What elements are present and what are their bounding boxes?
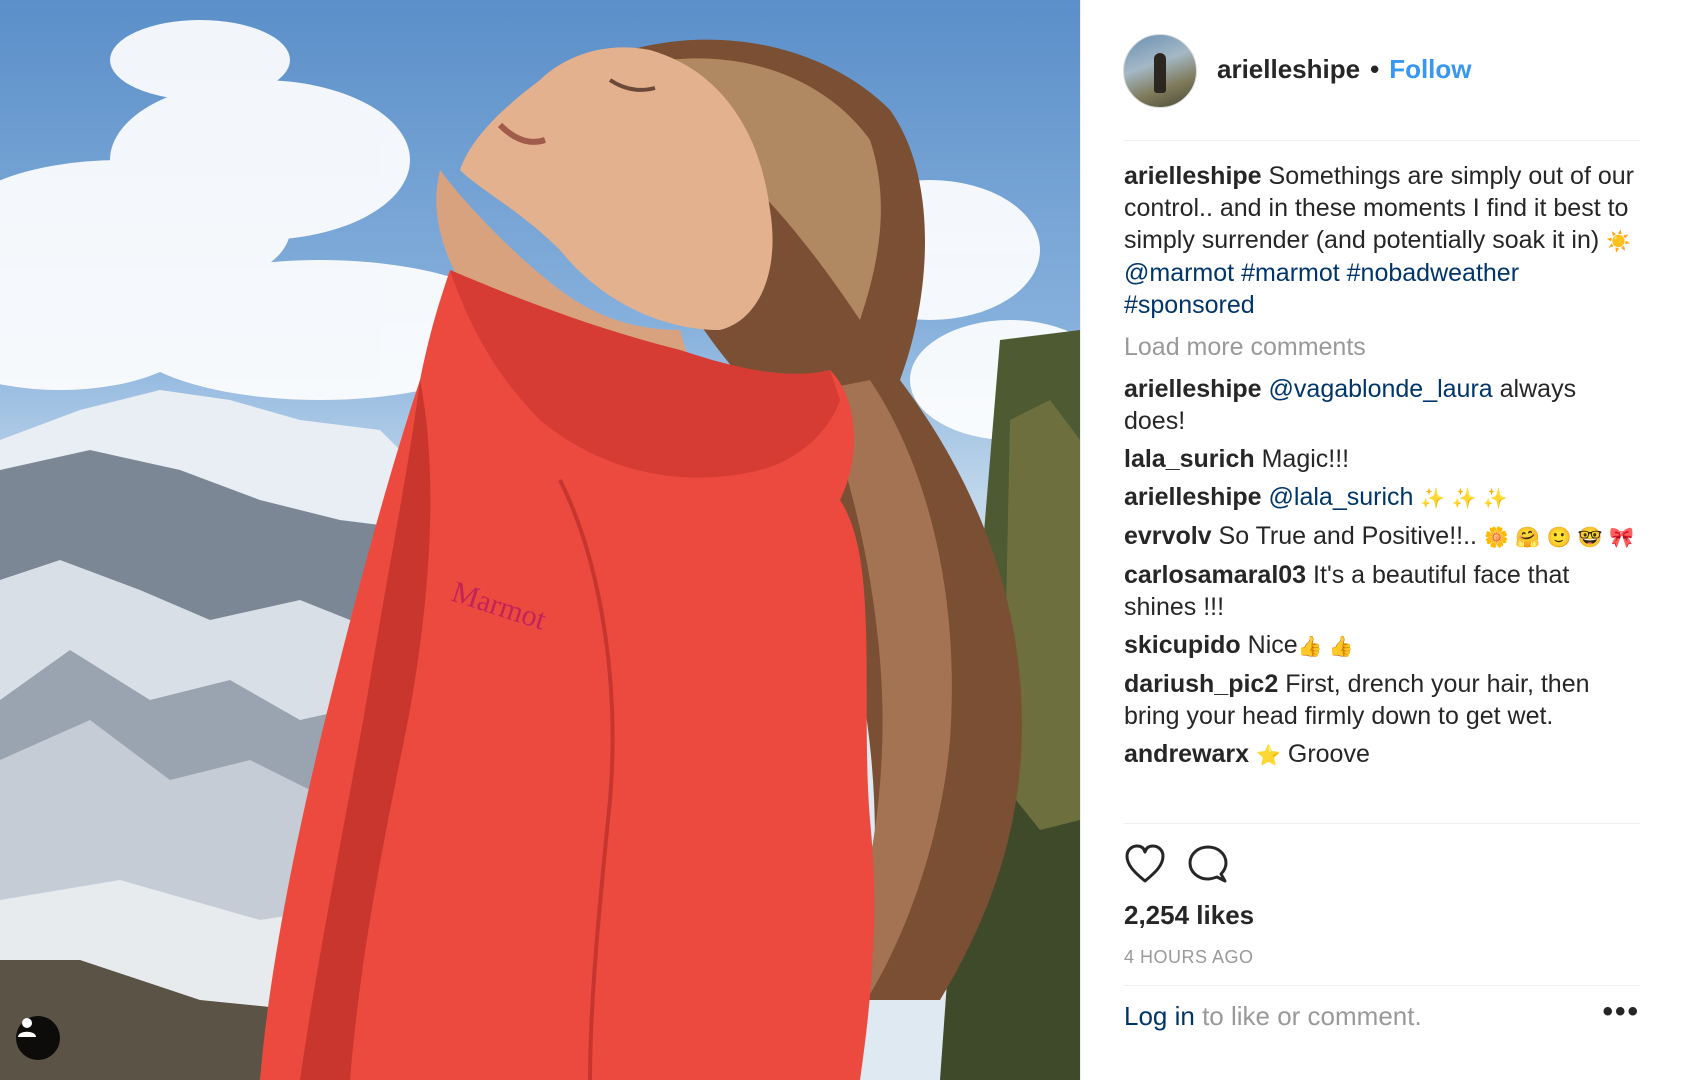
comment-username[interactable]: andrewarx [1124,740,1249,768]
person-icon [18,1018,36,1037]
comment-text: So True and Positive!!.. [1218,522,1477,550]
caption-mention[interactable]: @marmot [1124,259,1234,287]
login-prompt-text: to like or comment. [1194,1000,1422,1031]
hashtag-marmot[interactable]: #marmot [1241,259,1340,287]
comment-text: Groove [1287,740,1370,768]
star-emoji: ⭐ [1256,743,1281,767]
heart-icon[interactable] [1124,844,1166,884]
sun-emoji: ☀️ [1606,229,1632,253]
comment: lala_surich Magic!!! [1124,443,1644,475]
comment-text: Magic!!! [1261,445,1350,473]
load-more-comments[interactable]: Load more comments [1124,331,1644,363]
hashtag-nobadweather[interactable]: #nobadweather [1347,259,1519,287]
avatar[interactable] [1123,34,1197,108]
photo-illustration: Marmot [0,20,1080,1080]
action-bar [1124,842,1640,886]
comment: skicupido Nice👍 👍 [1124,629,1644,662]
comment-username[interactable]: lala_surich [1124,445,1255,473]
post-photo[interactable]: Marmot [0,0,1080,1080]
comments-list[interactable]: arielleshipe Somethings are simply out o… [1124,150,1644,822]
comment-username[interactable]: dariush_pic2 [1124,670,1278,698]
comment-username[interactable]: skicupido [1124,631,1241,659]
comment-mention[interactable]: @vagablonde_laura [1269,375,1493,403]
header-separator: • [1370,54,1380,84]
login-prompt: Log in to like or comment. [1124,1001,1422,1032]
likes-count[interactable]: 2,254 likes [1124,900,1640,931]
post-actions: 2,254 likes 4 HOURS AGO [1124,823,1640,968]
header-username[interactable]: arielleshipe [1217,54,1360,85]
comment: andrewarx ⭐ Groove [1124,738,1644,771]
header-text: arielleshipe • Follow [1217,54,1472,85]
hashtag-sponsored[interactable]: #sponsored [1124,291,1255,319]
comment-emojis: 🌼 🤗 🙂 🤓 🎀 [1483,525,1634,549]
caption-username[interactable]: arielleshipe [1124,162,1262,190]
caption: arielleshipe Somethings are simply out o… [1124,160,1644,321]
login-link[interactable]: Log in [1124,1001,1195,1031]
post-timestamp: 4 HOURS AGO [1124,947,1254,967]
comment-username[interactable]: carlosamaral03 [1124,561,1306,589]
post-side-panel: arielleshipe • Follow arielleshipe Somet… [1080,0,1684,1080]
post-footer: Log in to like or comment. ••• [1124,985,1640,1046]
comment: arielleshipe @vagablonde_laura always do… [1124,373,1644,437]
comment: carlosamaral03 It's a beautiful face tha… [1124,559,1644,623]
comment-username[interactable]: arielleshipe [1124,483,1262,511]
more-options-icon[interactable]: ••• [1602,995,1640,1037]
user-tag-icon[interactable] [16,1016,60,1060]
sparkles-emoji: ✨ ✨ ✨ [1420,486,1508,510]
comment-username[interactable]: evrvolv [1124,522,1212,550]
comment: evrvolv So True and Positive!!.. 🌼 🤗 🙂 🤓… [1124,520,1644,553]
comment-username[interactable]: arielleshipe [1124,375,1262,403]
comment-mention[interactable]: @lala_surich [1269,483,1414,511]
follow-button[interactable]: Follow [1389,54,1471,85]
post-header: arielleshipe • Follow [1123,34,1640,141]
comment-text: Nice [1247,631,1298,659]
comment: dariush_pic2 First, drench your hair, th… [1124,668,1644,732]
comment-icon[interactable] [1188,844,1228,884]
thumbs-up-emoji: 👍 👍 [1297,634,1354,658]
comment: arielleshipe @lala_surich ✨ ✨ ✨ [1124,481,1644,514]
